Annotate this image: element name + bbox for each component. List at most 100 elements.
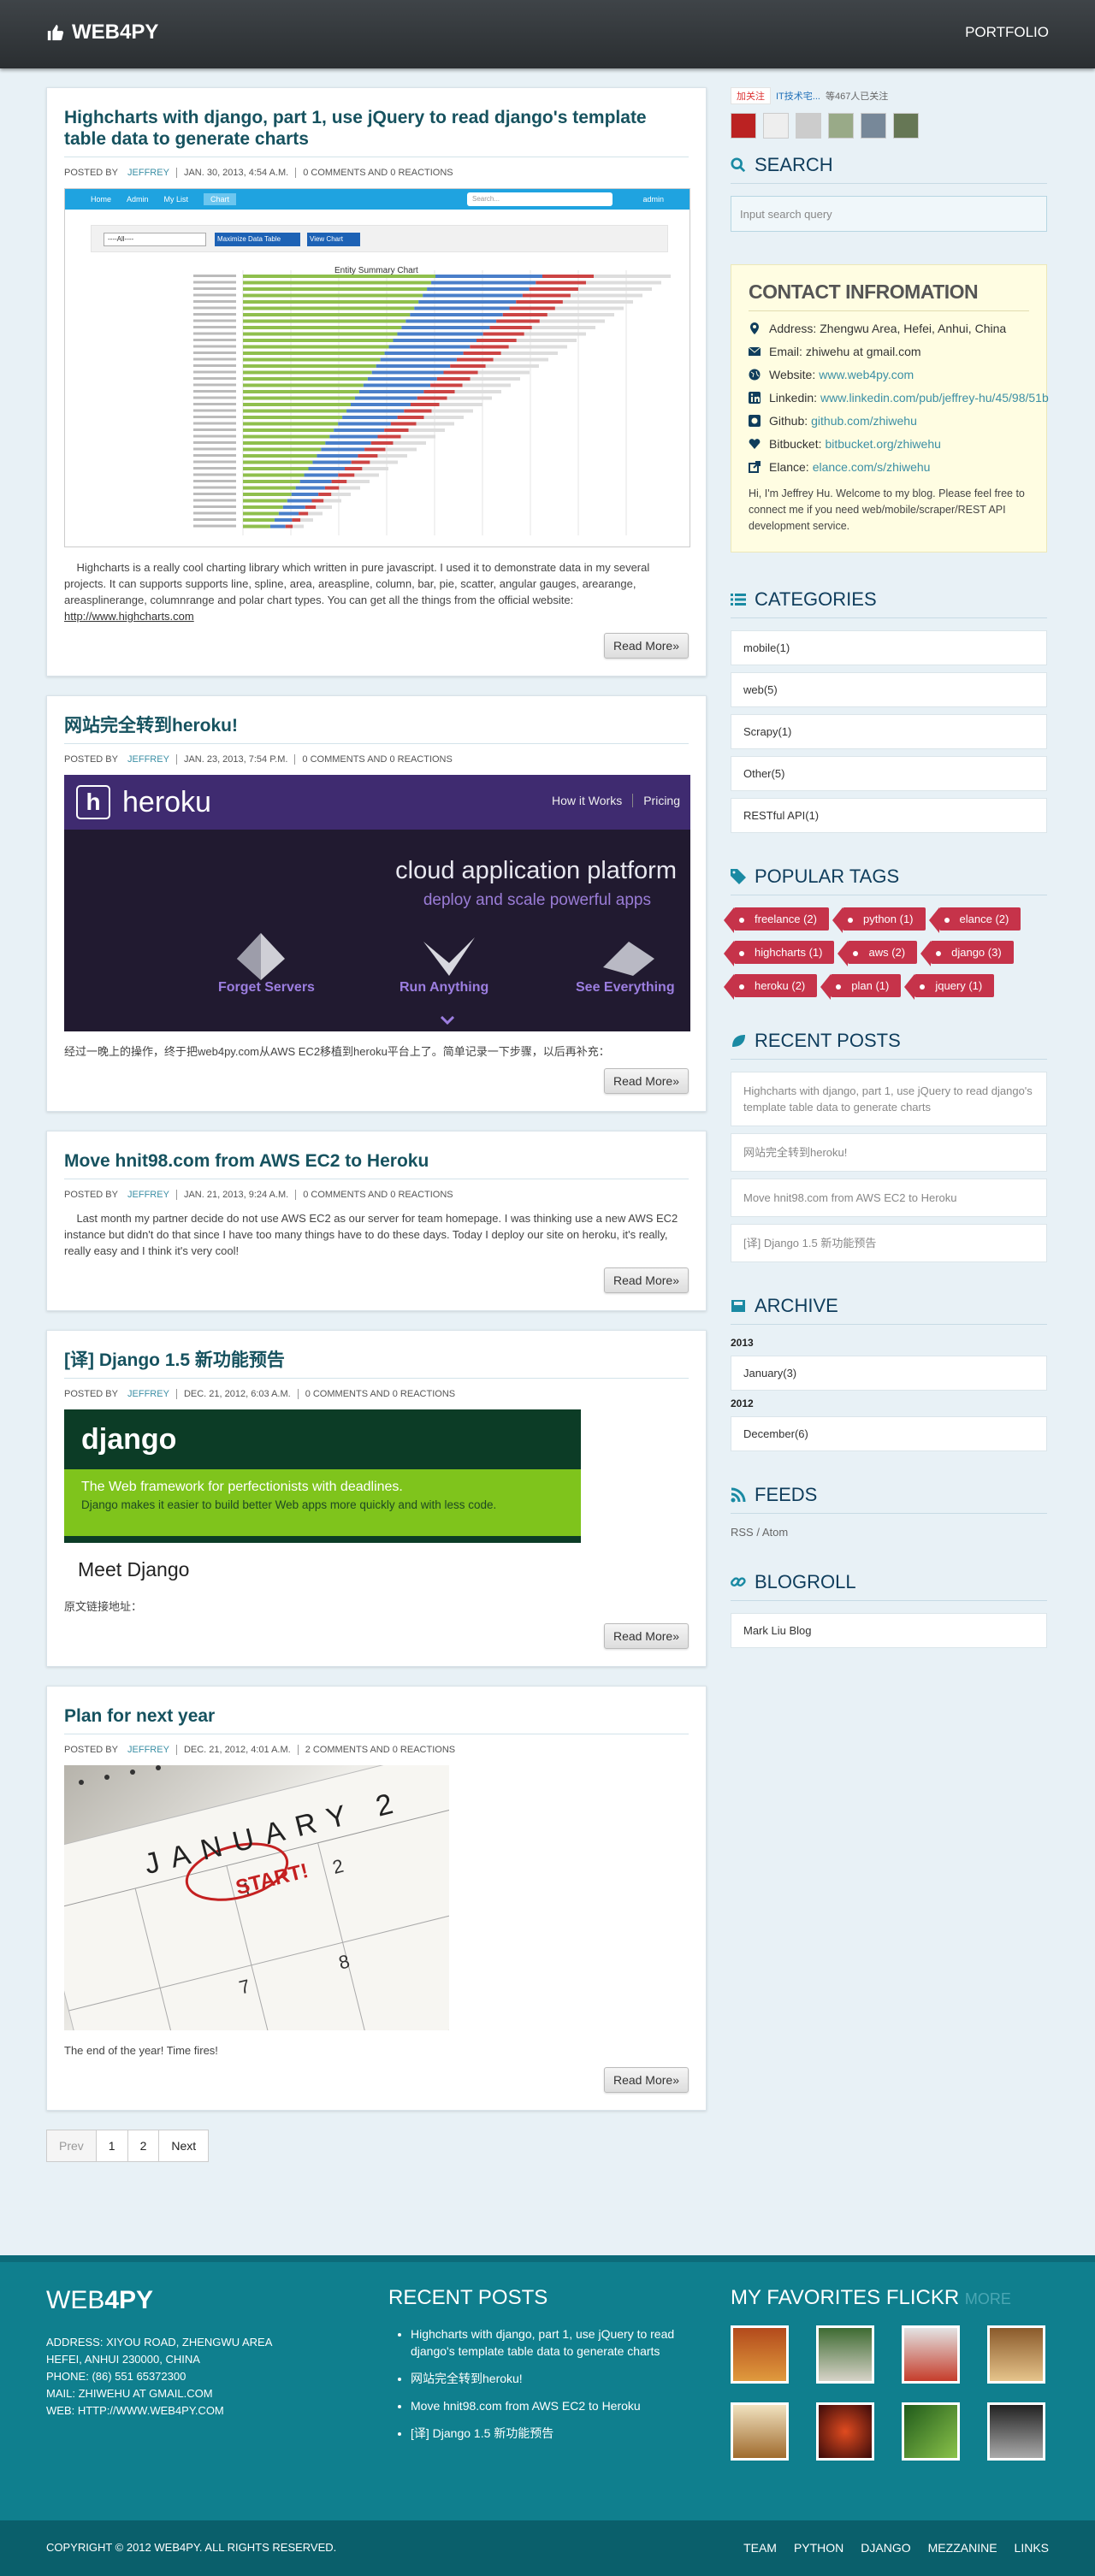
- category-item[interactable]: RESTful API(1): [731, 798, 1047, 833]
- archive-month[interactable]: January(3): [731, 1356, 1047, 1391]
- weibo-follow-button[interactable]: 加关注: [731, 87, 771, 104]
- read-more-button[interactable]: Read More»: [603, 2067, 689, 2093]
- weibo-account-link[interactable]: IT技术宅...: [776, 89, 820, 103]
- flickr-thumb[interactable]: [902, 2325, 960, 2384]
- read-more-button[interactable]: Read More»: [603, 633, 689, 659]
- post-author[interactable]: JEFFREY: [127, 1389, 169, 1399]
- footer-link-mezzanine[interactable]: MEZZANINE: [928, 2541, 997, 2555]
- flickr-thumb[interactable]: [902, 2402, 960, 2461]
- footer-recent-item[interactable]: Move hnit98.com from AWS EC2 to Heroku: [411, 2399, 641, 2413]
- avatar[interactable]: [893, 113, 919, 139]
- post-author[interactable]: JEFFREY: [127, 168, 169, 178]
- tag-item[interactable]: python (1): [832, 907, 926, 933]
- screenshot-bar: [463, 352, 501, 355]
- post-author[interactable]: JEFFREY: [127, 1190, 169, 1200]
- heroku-menu-item: Pricing: [632, 794, 690, 807]
- post-comments[interactable]: 0 COMMENTS AND 0 REACTIONS: [305, 1389, 455, 1399]
- category-item[interactable]: Scrapy(1): [731, 714, 1047, 749]
- avatar[interactable]: [763, 113, 789, 139]
- rss-link[interactable]: RSS: [731, 1526, 754, 1539]
- footer-link-team[interactable]: TEAM: [743, 2541, 777, 2555]
- recent-post-item[interactable]: 网站完全转到heroku!: [731, 1133, 1047, 1172]
- footer-link-links[interactable]: LINKS: [1015, 2541, 1049, 2555]
- linkedin-icon: [749, 392, 761, 404]
- brand-logo[interactable]: WEB4PY: [46, 21, 158, 44]
- screenshot-bar-label: [193, 447, 236, 451]
- screenshot-bar-label: [193, 524, 236, 528]
- contact-link[interactable]: github.com/zhiwehu: [811, 414, 917, 428]
- post-title[interactable]: Plan for next year: [64, 1706, 215, 1726]
- read-more-button[interactable]: Read More»: [603, 1623, 689, 1649]
- screenshot-bar: [243, 480, 300, 483]
- recent-post-item[interactable]: [译] Django 1.5 新功能预告: [731, 1224, 1047, 1262]
- post-title[interactable]: [译] Django 1.5 新功能预告: [64, 1350, 285, 1370]
- tag-item[interactable]: plan (1): [820, 974, 902, 1000]
- screenshot-bar-label: [193, 511, 236, 515]
- atom-link[interactable]: Atom: [762, 1526, 788, 1539]
- flickr-more-label: MORE: [964, 2290, 1011, 2307]
- screenshot-bar: [243, 396, 355, 400]
- contact-link[interactable]: elance.com/s/zhiwehu: [813, 460, 931, 474]
- footer-recent-item[interactable]: 网站完全转到heroku!: [411, 2372, 523, 2385]
- post-title[interactable]: Highcharts with django, part 1, use jQue…: [64, 108, 647, 149]
- tag-item[interactable]: aws (2): [838, 941, 918, 966]
- avatar[interactable]: [861, 113, 886, 139]
- avatar[interactable]: [796, 113, 821, 139]
- footer-link-python[interactable]: PYTHON: [794, 2541, 843, 2555]
- pagination-prev[interactable]: Prev: [46, 2130, 97, 2162]
- screenshot-bar-label: [193, 352, 236, 354]
- archive-month[interactable]: December(6): [731, 1416, 1047, 1451]
- read-more-button[interactable]: Read More»: [603, 1267, 689, 1293]
- screenshot-bar-label: [193, 493, 236, 495]
- post-comments[interactable]: 2 COMMENTS AND 0 REACTIONS: [305, 1745, 455, 1755]
- tag-item[interactable]: django (3): [920, 941, 1014, 966]
- recent-post-item[interactable]: Highcharts with django, part 1, use jQue…: [731, 1072, 1047, 1126]
- post-link[interactable]: http://www.highcharts.com: [64, 610, 194, 623]
- avatar[interactable]: [828, 113, 854, 139]
- flickr-thumb[interactable]: [987, 2402, 1045, 2461]
- flickr-thumb[interactable]: [731, 2325, 789, 2384]
- screenshot-bar-label: [193, 326, 236, 328]
- feeds-section: FEEDS RSS / Atom: [731, 1484, 1047, 1539]
- post-comments[interactable]: 0 COMMENTS AND 0 REACTIONS: [303, 168, 453, 178]
- blogroll-item[interactable]: Mark Liu Blog: [731, 1613, 1047, 1648]
- screenshot-bar: [414, 306, 510, 310]
- tag-item[interactable]: elance (2): [928, 907, 1021, 933]
- recent-post-item[interactable]: Move hnit98.com from AWS EC2 to Heroku: [731, 1179, 1047, 1217]
- footer-link-django[interactable]: DJANGO: [861, 2541, 910, 2555]
- flickr-thumb[interactable]: [731, 2402, 789, 2461]
- tag-item[interactable]: highcharts (1): [723, 941, 835, 966]
- flickr-thumb[interactable]: [816, 2402, 874, 2461]
- tag-item[interactable]: heroku (2): [723, 974, 818, 1000]
- screenshot-bar: [377, 434, 401, 439]
- search-input[interactable]: Input search query: [731, 196, 1047, 232]
- post-author[interactable]: JEFFREY: [127, 1745, 169, 1755]
- category-item[interactable]: mobile(1): [731, 630, 1047, 665]
- map-marker-icon: [750, 322, 759, 334]
- read-more-button[interactable]: Read More»: [603, 1068, 689, 1094]
- category-item[interactable]: Other(5): [731, 756, 1047, 791]
- tag-item[interactable]: freelance (2): [724, 907, 829, 933]
- contact-link[interactable]: www.web4py.com: [819, 368, 914, 381]
- category-item[interactable]: web(5): [731, 672, 1047, 707]
- pagination-page-2[interactable]: 2: [127, 2130, 160, 2162]
- flickr-thumb[interactable]: [987, 2325, 1045, 2384]
- post-comments[interactable]: 0 COMMENTS AND 0 REACTIONS: [303, 1190, 453, 1200]
- flickr-more-link[interactable]: MORE: [965, 2290, 1011, 2307]
- footer-recent-item[interactable]: Highcharts with django, part 1, use jQue…: [411, 2327, 674, 2358]
- footer-recent-title: RECENT POSTS: [388, 2286, 548, 2309]
- flickr-thumb[interactable]: [816, 2325, 874, 2384]
- post-comments[interactable]: 0 COMMENTS AND 0 REACTIONS: [302, 754, 452, 765]
- contact-link[interactable]: bitbucket.org/zhiwehu: [825, 437, 940, 451]
- post-title[interactable]: Move hnit98.com from AWS EC2 to Heroku: [64, 1151, 429, 1171]
- screenshot-bar: [390, 422, 417, 426]
- avatar[interactable]: [731, 113, 756, 139]
- tag-item[interactable]: jquery (1): [904, 974, 995, 1000]
- post-author[interactable]: JEFFREY: [127, 754, 169, 765]
- post-title[interactable]: 网站完全转到heroku!: [64, 716, 238, 736]
- contact-link[interactable]: www.linkedin.com/pub/jeffrey-hu/45/98/51…: [820, 391, 1049, 405]
- pagination-next[interactable]: Next: [158, 2130, 210, 2162]
- footer-recent-item[interactable]: [译] Django 1.5 新功能预告: [411, 2426, 553, 2440]
- pagination-page-1[interactable]: 1: [95, 2130, 128, 2162]
- nav-portfolio-link[interactable]: PORTFOLIO: [965, 24, 1049, 41]
